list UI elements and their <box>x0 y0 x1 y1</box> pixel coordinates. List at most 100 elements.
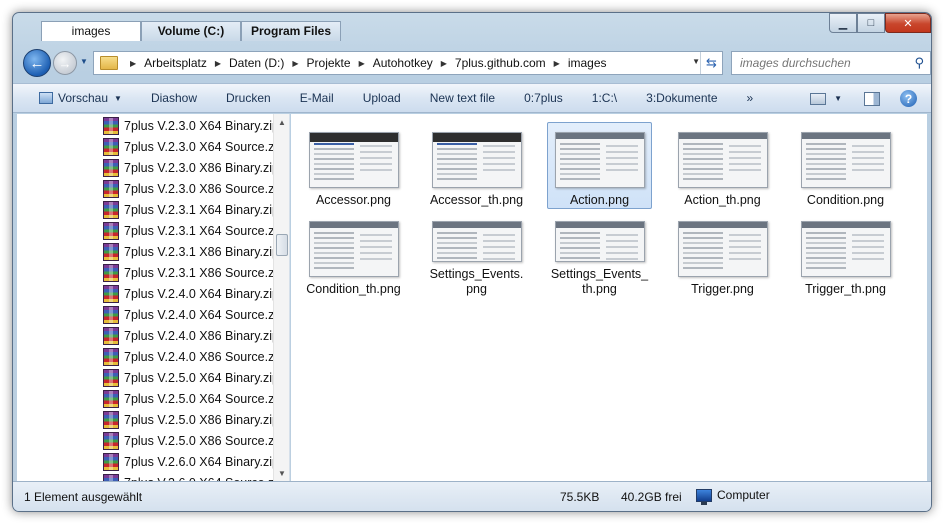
list-item[interactable]: 7plus V.2.3.0 X64 Source.zip <box>103 136 284 157</box>
list-item[interactable]: 7plus V.2.4.0 X64 Source.zip <box>103 304 284 325</box>
file-item[interactable]: Condition_th.png <box>301 211 406 298</box>
list-item[interactable]: 7plus V.2.3.1 X64 Binary.zip <box>103 199 284 220</box>
file-name: Trigger.png <box>691 282 754 296</box>
zip-archive-icon <box>103 305 119 324</box>
shortcut-dokumente-button[interactable]: 3:Dokumente <box>646 91 717 105</box>
zip-archive-icon <box>103 410 119 429</box>
email-button[interactable]: E-Mail <box>300 91 334 105</box>
refresh-icon: ⇆ <box>706 55 717 70</box>
slideshow-button[interactable]: Diashow <box>151 91 197 105</box>
tab-program-files[interactable]: Program Files <box>241 21 341 41</box>
tab-volume-c[interactable]: Volume (C:) <box>141 21 241 41</box>
command-bar: Vorschau ▼ Diashow Drucken E-Mail Upload… <box>13 83 931 113</box>
maximize-button[interactable]: □ <box>857 13 885 33</box>
list-item[interactable]: 7plus V.2.6.0 X64 Source.zip <box>103 472 284 481</box>
back-button[interactable]: ← <box>23 49 51 77</box>
list-item[interactable]: 7plus V.2.4.0 X86 Binary.zip <box>103 325 284 346</box>
file-item[interactable]: Action_th.png <box>670 122 775 209</box>
shortcut-7plus-button[interactable]: 0:7plus <box>524 91 563 105</box>
image-thumbnail <box>431 221 522 262</box>
scrollbar-thumb[interactable] <box>276 234 288 256</box>
list-item[interactable]: 7plus V.2.5.0 X86 Source.zip <box>103 430 284 451</box>
list-item[interactable]: 7plus V.2.5.0 X64 Source.zip <box>103 388 284 409</box>
selection-size: 75.5KB <box>560 490 600 504</box>
list-item[interactable]: 7plus V.2.6.0 X64 Binary.zip <box>103 451 284 472</box>
list-item[interactable]: 7plus V.2.3.1 X86 Binary.zip <box>103 241 284 262</box>
forward-button[interactable]: → <box>53 51 77 75</box>
chevron-down-icon[interactable]: ▼ <box>834 94 842 103</box>
preview-icon <box>39 92 53 104</box>
chevron-right-icon[interactable]: ▶ <box>359 59 365 68</box>
file-item[interactable]: Accessor.png <box>301 122 406 209</box>
shortcut-c-button[interactable]: 1:C:\ <box>592 91 617 105</box>
file-item[interactable]: Accessor_th.png <box>424 122 529 209</box>
nav-scrollbar[interactable]: ▲ ▼ <box>273 114 289 481</box>
file-item[interactable]: Settings_Events_th.png <box>547 211 652 298</box>
address-bar[interactable]: ▶ Arbeitsplatz ▶ Daten (D:) ▶ Projekte ▶… <box>93 51 723 75</box>
list-item-label: 7plus V.2.3.1 X64 Binary.zip <box>124 202 279 217</box>
file-item[interactable]: Condition.png <box>793 122 898 209</box>
chevron-right-icon[interactable]: ▶ <box>130 59 136 68</box>
toolbar-right: ▼ ? <box>796 90 917 107</box>
preview-button[interactable]: Vorschau ▼ <box>39 91 122 105</box>
preview-pane-icon[interactable] <box>864 91 880 106</box>
image-thumbnail <box>554 132 645 188</box>
file-item[interactable]: Settings_Events.png <box>424 211 529 298</box>
breadcrumb: ▶ Arbeitsplatz ▶ Daten (D:) ▶ Projekte ▶… <box>122 56 607 70</box>
breadcrumb-7plus-github[interactable]: 7plus.github.com <box>455 56 546 70</box>
breadcrumb-daten[interactable]: Daten (D:) <box>229 56 284 70</box>
list-item-label: 7plus V.2.5.0 X86 Binary.zip <box>124 412 279 427</box>
breadcrumb-arbeitsplatz[interactable]: Arbeitsplatz <box>144 56 207 70</box>
file-name: Settings_Events_th.png <box>550 267 649 296</box>
file-name: Action_th.png <box>684 193 761 207</box>
file-item[interactable]: Trigger_th.png <box>793 211 898 298</box>
list-item[interactable]: 7plus V.2.3.1 X86 Source.zip <box>103 262 284 283</box>
search-icon[interactable]: ⚲ <box>914 55 924 71</box>
upload-button[interactable]: Upload <box>363 91 401 105</box>
location-text: Computer <box>717 488 770 502</box>
print-button[interactable]: Drucken <box>226 91 271 105</box>
chevron-right-icon[interactable]: ▶ <box>215 59 221 68</box>
search-box[interactable]: ⚲ <box>731 51 931 75</box>
search-input[interactable] <box>740 56 905 70</box>
more-commands-button[interactable]: » <box>747 91 754 105</box>
help-icon[interactable]: ? <box>900 90 917 107</box>
list-item-label: 7plus V.2.3.1 X86 Binary.zip <box>124 244 279 259</box>
scroll-down-icon[interactable]: ▼ <box>274 465 289 481</box>
history-dropdown-icon[interactable]: ▼ <box>80 57 88 66</box>
refresh-button[interactable]: ⇆ <box>700 52 722 74</box>
chevron-right-icon[interactable]: ▶ <box>292 59 298 68</box>
list-item-label: 7plus V.2.3.0 X86 Source.zip <box>124 181 285 196</box>
image-thumbnail <box>800 221 891 277</box>
list-item[interactable]: 7plus V.2.3.0 X64 Binary.zip <box>103 115 284 136</box>
list-item[interactable]: 7plus V.2.4.0 X86 Source.zip <box>103 346 284 367</box>
zip-archive-icon <box>103 326 119 345</box>
list-item[interactable]: 7plus V.2.5.0 X64 Binary.zip <box>103 367 284 388</box>
list-item[interactable]: 7plus V.2.3.0 X86 Binary.zip <box>103 157 284 178</box>
chevron-right-icon[interactable]: ▶ <box>441 59 447 68</box>
file-item[interactable]: Trigger.png <box>670 211 775 298</box>
list-item[interactable]: 7plus V.2.4.0 X64 Binary.zip <box>103 283 284 304</box>
list-item-label: 7plus V.2.4.0 X64 Binary.zip <box>124 286 279 301</box>
address-dropdown-icon[interactable]: ▼ <box>692 57 700 66</box>
list-item[interactable]: 7plus V.2.3.0 X86 Source.zip <box>103 178 284 199</box>
change-view-icon[interactable] <box>810 92 827 105</box>
chevron-right-icon[interactable]: ▶ <box>554 59 560 68</box>
navigation-pane: 7plus V.2.3.0 X64 Binary.zip 7plus V.2.3.… <box>17 114 290 481</box>
list-item-label: 7plus V.2.4.0 X86 Binary.zip <box>124 328 279 343</box>
list-item[interactable]: 7plus V.2.3.1 X64 Source.zip <box>103 220 284 241</box>
list-item[interactable]: 7plus V.2.5.0 X86 Binary.zip <box>103 409 284 430</box>
file-name: Accessor_th.png <box>429 193 524 207</box>
breadcrumb-projekte[interactable]: Projekte <box>307 56 351 70</box>
new-text-file-button[interactable]: New text file <box>430 91 495 105</box>
list-item-label: 7plus V.2.3.1 X86 Source.zip <box>124 265 285 280</box>
breadcrumb-autohotkey[interactable]: Autohotkey <box>373 56 433 70</box>
forward-arrow-icon: → <box>58 55 72 71</box>
tab-images[interactable]: images <box>41 21 141 41</box>
file-item[interactable]: Action.png <box>547 122 652 209</box>
minimize-button[interactable]: ▁ <box>829 13 857 33</box>
close-button[interactable]: ✕ <box>885 13 931 33</box>
zip-archive-icon <box>103 137 119 156</box>
breadcrumb-images[interactable]: images <box>568 56 607 70</box>
scroll-up-icon[interactable]: ▲ <box>274 114 289 130</box>
